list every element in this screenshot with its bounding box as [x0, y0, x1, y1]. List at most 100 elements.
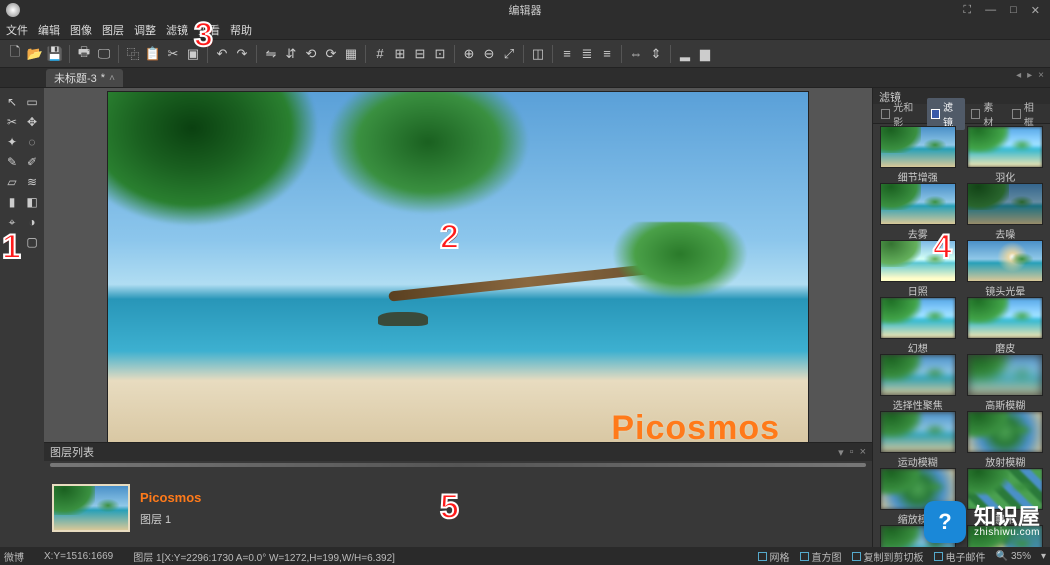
toolbar-print-icon[interactable]: 🖶 — [75, 45, 93, 63]
toolbar-flip-h-icon[interactable]: ⇋ — [262, 45, 280, 63]
tool-crop[interactable]: ✂ — [4, 114, 20, 130]
toolbar-rotate-r-icon[interactable]: ⟳ — [322, 45, 340, 63]
toolbar-scan-icon[interactable]: 🖵 — [95, 45, 113, 63]
app-logo-icon — [6, 3, 20, 17]
toolbar-hist1-icon[interactable]: ▂ — [676, 45, 694, 63]
tab-list-icon[interactable]: × — [1038, 70, 1044, 81]
toolbar-undo-icon[interactable]: ↶ — [213, 45, 231, 63]
tool-lasso[interactable]: ◌ — [24, 134, 40, 150]
effect-item-7[interactable]: 磨皮 — [965, 297, 1047, 352]
tool-clone[interactable]: ⌖ — [4, 214, 20, 230]
layer-preview-text: Picosmos — [140, 490, 201, 505]
toolbar-crop-icon[interactable]: ▣ — [184, 45, 202, 63]
toolbar-zoom-fit-icon[interactable]: ⤢ — [500, 45, 518, 63]
document-tab[interactable]: 未标题-3* ˄ — [46, 69, 123, 87]
effect-item-11[interactable]: 放射模糊 — [965, 411, 1047, 466]
toolbar-align-r-icon[interactable]: ≡ — [598, 45, 616, 63]
tool-bucket[interactable]: ▮ — [4, 194, 20, 210]
toolbar-hist2-icon[interactable]: ▆ — [696, 45, 714, 63]
tab-icon — [971, 109, 980, 119]
tool-move[interactable]: ✥ — [24, 114, 40, 130]
layer-name[interactable]: 图层 1 — [140, 511, 201, 527]
tab-close-icon[interactable]: ˄ — [109, 73, 115, 84]
menu-0[interactable]: 文件 — [6, 22, 28, 38]
toolbar-marquee-icon[interactable]: ◫ — [529, 45, 547, 63]
expand-button[interactable]: ⛶ — [963, 4, 971, 17]
toolbar-align-c-icon[interactable]: ≣ — [578, 45, 596, 63]
effect-item-9[interactable]: 高斯模糊 — [965, 354, 1047, 409]
effect-item-3[interactable]: 去噪 — [965, 183, 1047, 238]
status-service[interactable]: 微博 — [4, 549, 24, 564]
menu-1[interactable]: 编辑 — [38, 22, 60, 38]
effect-item-2[interactable]: 去雾 — [877, 183, 959, 238]
effect-item-5[interactable]: 镜头光晕 — [965, 240, 1047, 295]
minimize-button[interactable]: — — [985, 4, 996, 17]
maximize-button[interactable]: □ — [1010, 4, 1017, 17]
layer-panel-collapse-icon[interactable]: ▫ — [850, 446, 854, 459]
effect-item-8[interactable]: 选择性聚焦 — [877, 354, 959, 409]
toolbar-cut-icon[interactable]: ✂ — [164, 45, 182, 63]
tool-shape[interactable]: ▢ — [24, 234, 40, 250]
toolbar-grid3-icon[interactable]: ⊟ — [411, 45, 429, 63]
effect-thumb — [880, 126, 956, 168]
menu-4[interactable]: 调整 — [134, 22, 156, 38]
status-toggle-网格[interactable]: 网格 — [758, 549, 790, 564]
tool-gradient[interactable]: ◧ — [24, 194, 40, 210]
tool-magic-wand[interactable]: ✦ — [4, 134, 20, 150]
toolbar-save-icon[interactable]: 💾 — [46, 45, 64, 63]
menu-2[interactable]: 图像 — [70, 22, 92, 38]
menu-3[interactable]: 图层 — [102, 22, 124, 38]
canvas[interactable]: Picosmos — [108, 92, 808, 442]
layer-opacity-slider[interactable] — [50, 463, 866, 467]
canvas-viewport[interactable]: Picosmos — [44, 88, 872, 442]
toolbar-flip-v-icon[interactable]: ⇵ — [282, 45, 300, 63]
toolbar-new-icon[interactable]: 🗋 — [6, 45, 24, 63]
toolbar-rotate-l-icon[interactable]: ⟲ — [302, 45, 320, 63]
toolbar-dist-v-icon[interactable]: ⇕ — [647, 45, 665, 63]
tool-rect-select[interactable]: ▭ — [24, 94, 40, 110]
effect-label: 去雾 — [908, 226, 928, 238]
toolbar-dist-h-icon[interactable]: ⇔ — [627, 45, 645, 63]
effect-item-0[interactable]: 细节增强 — [877, 126, 959, 181]
layer-panel-menu-icon[interactable]: ▾ — [838, 446, 844, 459]
tool-eraser[interactable]: ▱ — [4, 174, 20, 190]
checkbox-icon — [758, 552, 767, 561]
tab-next-icon[interactable]: ▸ — [1027, 70, 1032, 81]
status-toggle-复制到剪切板[interactable]: 复制到剪切板 — [852, 549, 924, 564]
toolbar-grid2-icon[interactable]: ⊞ — [391, 45, 409, 63]
toolbar-redo-icon[interactable]: ↷ — [233, 45, 251, 63]
zoom-menu-icon[interactable]: ▾ — [1041, 551, 1046, 562]
menu-6[interactable]: 查看 — [198, 22, 220, 38]
tool-pencil[interactable]: ✐ — [24, 154, 40, 170]
watermark-name: 知识屋 — [974, 506, 1040, 528]
status-toggle-直方图[interactable]: 直方图 — [800, 549, 842, 564]
toolbar-zoom-out-icon[interactable]: ⊖ — [480, 45, 498, 63]
toolbar-resize-icon[interactable]: ▦ — [342, 45, 360, 63]
effect-item-6[interactable]: 幻想 — [877, 297, 959, 352]
layer-thumbnail[interactable] — [52, 484, 130, 532]
menu-7[interactable]: 帮助 — [230, 22, 252, 38]
effect-item-10[interactable]: 运动模糊 — [877, 411, 959, 466]
close-button[interactable]: ✕ — [1031, 4, 1040, 17]
tab-icon — [1012, 109, 1021, 119]
tool-dodge[interactable]: ◑ — [24, 214, 40, 230]
toolbar-grid4-icon[interactable]: ⊡ — [431, 45, 449, 63]
tool-text[interactable]: T — [4, 234, 20, 250]
toolbar-open-icon[interactable]: 📂 — [26, 45, 44, 63]
zoom-value[interactable]: 35% — [1011, 551, 1031, 562]
layer-panel-close-icon[interactable]: × — [860, 446, 866, 459]
tab-prev-icon[interactable]: ◂ — [1016, 70, 1021, 81]
toolbar-paste-icon[interactable]: 📋 — [144, 45, 162, 63]
toolbar-grid1-icon[interactable]: # — [371, 45, 389, 63]
tool-blur[interactable]: ≋ — [24, 174, 40, 190]
tool-brush[interactable]: ✎ — [4, 154, 20, 170]
effect-item-1[interactable]: 羽化 — [965, 126, 1047, 181]
toolbar-align-l-icon[interactable]: ≡ — [558, 45, 576, 63]
toolbar-zoom-in-icon[interactable]: ⊕ — [460, 45, 478, 63]
toolbar-copy-icon[interactable]: ⿻ — [124, 45, 142, 63]
tool-pointer[interactable]: ↖ — [4, 94, 20, 110]
menu-5[interactable]: 滤镜 — [166, 22, 188, 38]
status-toggle-电子邮件[interactable]: 电子邮件 — [934, 549, 986, 564]
effect-item-4[interactable]: 日照 — [877, 240, 959, 295]
effects-grid[interactable]: 细节增强羽化去雾去噪日照镜头光晕幻想磨皮选择性聚焦高斯模糊运动模糊放射模糊缩放模… — [873, 124, 1050, 547]
